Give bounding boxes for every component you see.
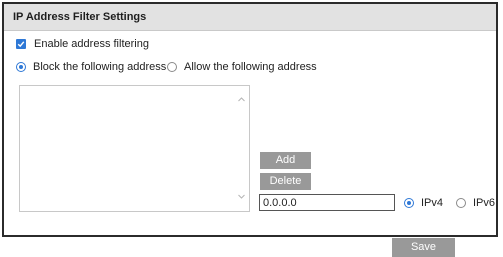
enable-filter-checkbox[interactable] [16, 39, 26, 49]
delete-button[interactable]: Delete [260, 173, 311, 190]
block-label: Block the following address [33, 61, 167, 73]
save-button[interactable]: Save [392, 238, 455, 257]
ip-address-input[interactable] [259, 194, 395, 211]
scroll-down-icon[interactable] [237, 192, 246, 201]
allow-label: Allow the following address [184, 61, 317, 73]
address-listbox[interactable] [19, 85, 250, 212]
block-radio[interactable] [16, 62, 26, 72]
ipv6-option[interactable]: IPv6 [456, 195, 495, 211]
panel-title: IP Address Filter Settings [13, 11, 147, 23]
ipv4-label: IPv4 [421, 197, 444, 209]
enable-filter-row[interactable]: Enable address filtering [16, 36, 149, 52]
ipv4-option[interactable]: IPv4 [404, 195, 443, 211]
allow-radio[interactable] [167, 62, 177, 72]
ipv6-radio[interactable] [456, 198, 466, 208]
enable-filter-label: Enable address filtering [34, 38, 149, 50]
panel-header: IP Address Filter Settings [4, 4, 496, 31]
allow-option[interactable]: Allow the following address [167, 59, 317, 75]
add-button[interactable]: Add [260, 152, 311, 169]
ipv6-label: IPv6 [473, 197, 496, 209]
scroll-up-icon[interactable] [237, 95, 246, 104]
ip-filter-panel: IP Address Filter Settings Enable addres… [2, 2, 498, 257]
block-option[interactable]: Block the following address [16, 59, 166, 75]
checkmark-icon [17, 41, 25, 48]
ipv4-radio[interactable] [404, 198, 414, 208]
